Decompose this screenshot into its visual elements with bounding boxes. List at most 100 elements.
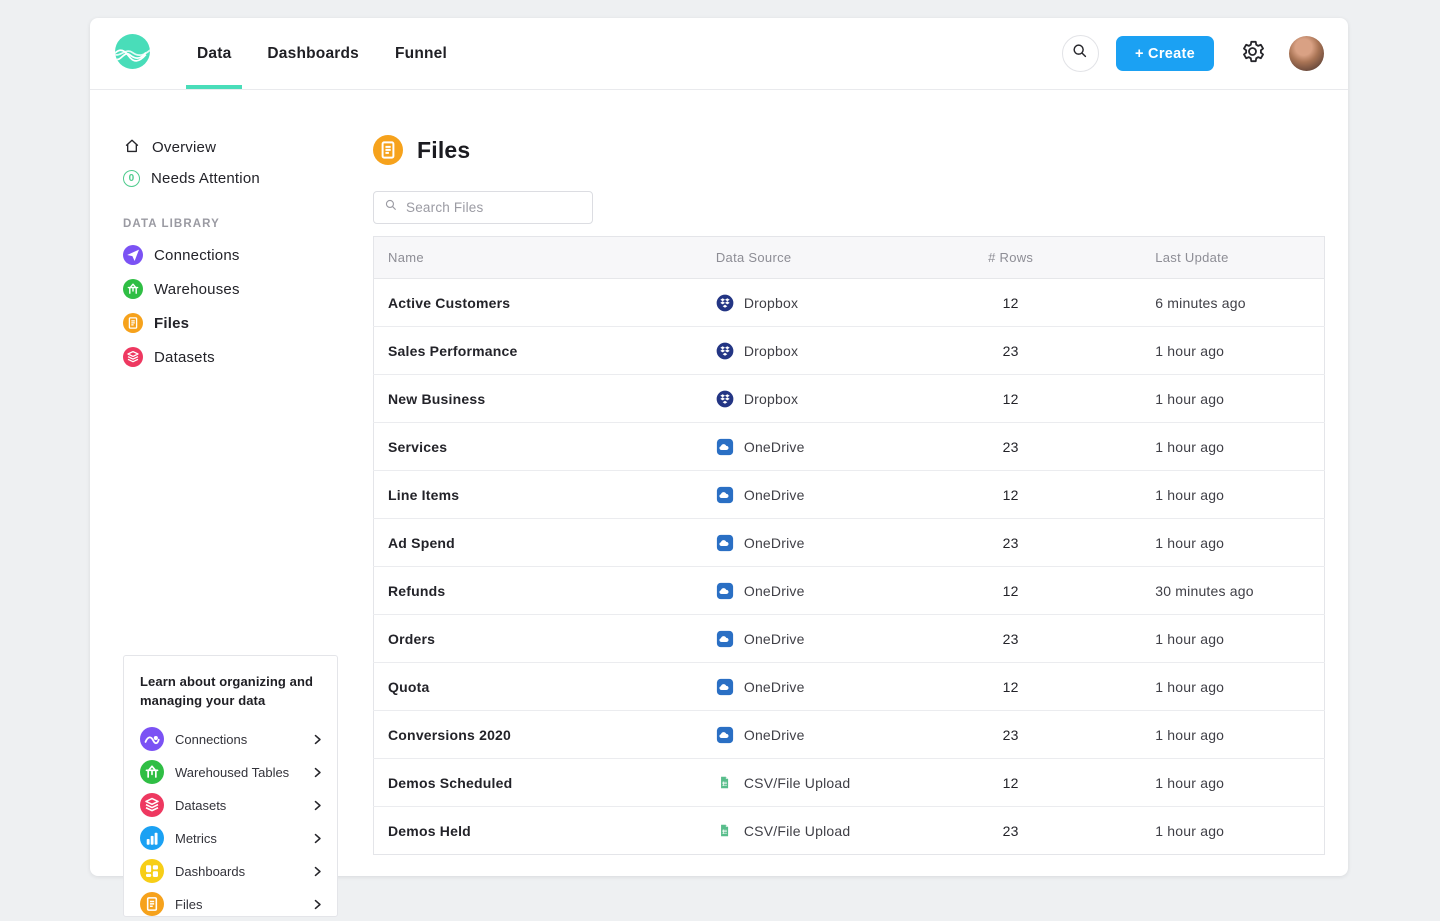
- learn-item-datasets[interactable]: Datasets: [140, 789, 324, 822]
- data-source-label: OneDrive: [744, 535, 805, 551]
- primary-nav-tabs: Data Dashboards Funnel: [179, 18, 465, 89]
- table-row[interactable]: QuotaOneDrive121 hour ago: [374, 663, 1325, 711]
- create-button[interactable]: + Create: [1116, 36, 1214, 71]
- metrics-icon: [140, 826, 164, 850]
- last-update: 6 minutes ago: [1077, 279, 1324, 327]
- global-search-button[interactable]: [1062, 35, 1099, 72]
- data-library-section-label: DATA LIBRARY: [123, 218, 373, 230]
- file-name: Demos Scheduled: [374, 759, 716, 807]
- table-row[interactable]: RefundsOneDrive1230 minutes ago: [374, 567, 1325, 615]
- row-count: 23: [944, 615, 1077, 663]
- row-count: 12: [944, 567, 1077, 615]
- onedrive-icon: [716, 582, 734, 600]
- table-row[interactable]: Demos HeldCSV/File Upload231 hour ago: [374, 807, 1325, 855]
- data-source-cell: OneDrive: [716, 486, 944, 504]
- data-source-cell: CSV/File Upload: [716, 775, 944, 791]
- data-source-cell: OneDrive: [716, 534, 944, 552]
- csv-icon: [716, 823, 734, 838]
- files-icon: [123, 313, 143, 333]
- data-source-label: Dropbox: [744, 295, 798, 311]
- search-icon: [1071, 42, 1089, 65]
- top-navbar: Data Dashboards Funnel + Create: [90, 18, 1348, 90]
- file-name: Conversions 2020: [374, 711, 716, 759]
- file-name: Sales Performance: [374, 327, 716, 375]
- last-update: 1 hour ago: [1077, 327, 1324, 375]
- data-source-label: Dropbox: [744, 391, 798, 407]
- table-row[interactable]: Sales PerformanceDropbox231 hour ago: [374, 327, 1325, 375]
- table-row[interactable]: Line Items OneDrive 121 hour ago: [374, 471, 1325, 519]
- table-row[interactable]: New BusinessDropbox121 hour ago: [374, 375, 1325, 423]
- data-source-cell: Dropbox: [716, 294, 944, 312]
- row-count: 12: [944, 759, 1077, 807]
- row-count: 12: [944, 471, 1077, 519]
- files-icon: [140, 892, 164, 916]
- table-row[interactable]: Active CustomersDropbox126 minutes ago: [374, 279, 1325, 327]
- data-source-label: OneDrive: [744, 487, 805, 503]
- learn-item-files[interactable]: Files: [140, 888, 324, 921]
- last-update: 1 hour ago: [1077, 423, 1324, 471]
- column-header-last-update: Last Update: [1077, 237, 1324, 279]
- last-update: 1 hour ago: [1077, 471, 1324, 519]
- content-area: Overview 0 Needs Attention DATA LIBRARY …: [90, 90, 1348, 876]
- learn-item-dashboards[interactable]: Dashboards: [140, 855, 324, 888]
- dropbox-icon: [716, 294, 734, 312]
- table-row[interactable]: Ad SpendOneDrive231 hour ago: [374, 519, 1325, 567]
- connections-icon: [140, 727, 164, 751]
- chevron-right-icon: [311, 733, 324, 746]
- table-row[interactable]: ServicesOneDrive231 hour ago: [374, 423, 1325, 471]
- file-name: Active Customers: [374, 279, 716, 327]
- data-source-cell: OneDrive: [716, 630, 944, 648]
- tab-data[interactable]: Data: [186, 18, 242, 89]
- learn-item-connections[interactable]: Connections: [140, 723, 324, 756]
- sidebar-item-datasets[interactable]: Datasets: [123, 340, 373, 374]
- sidebar-item-files[interactable]: Files: [123, 306, 373, 340]
- sidebar-item-label: Connections: [154, 247, 240, 264]
- table-row[interactable]: Demos ScheduledCSV/File Upload121 hour a…: [374, 759, 1325, 807]
- brand-logo[interactable]: [114, 18, 151, 89]
- column-header-name: Name: [374, 237, 716, 279]
- data-source-cell: CSV/File Upload: [716, 823, 944, 839]
- settings-button[interactable]: [1239, 38, 1266, 70]
- datasets-icon: [123, 347, 143, 367]
- table-row[interactable]: OrdersOneDrive231 hour ago: [374, 615, 1325, 663]
- learn-card-title: Learn about organizing and managing your…: [140, 673, 324, 711]
- learn-item-label: Warehoused Tables: [175, 765, 289, 780]
- row-count: 23: [944, 711, 1077, 759]
- onedrive-icon: [716, 534, 734, 552]
- data-source-label: OneDrive: [744, 439, 805, 455]
- tab-dashboards[interactable]: Dashboards: [256, 18, 370, 89]
- files-search-input[interactable]: [406, 200, 582, 215]
- csv-icon: [716, 775, 734, 790]
- row-count: 12: [944, 663, 1077, 711]
- needs-attention-zero-icon: 0: [123, 170, 140, 187]
- data-source-cell: Dropbox: [716, 390, 944, 408]
- sidebar-item-label: Warehouses: [154, 281, 240, 298]
- onedrive-icon: [716, 678, 734, 696]
- file-name: Demos Held: [374, 807, 716, 855]
- sidebar-item-label: Datasets: [154, 349, 215, 366]
- sidebar: Overview 0 Needs Attention DATA LIBRARY …: [90, 90, 373, 876]
- table-header-row: Name Data Source # Rows Last Update: [374, 237, 1325, 279]
- sidebar-item-warehouses[interactable]: Warehouses: [123, 272, 373, 306]
- onedrive-icon: [716, 438, 734, 456]
- last-update: 1 hour ago: [1077, 807, 1324, 855]
- row-count: 23: [944, 519, 1077, 567]
- dropbox-icon: [716, 390, 734, 408]
- tab-funnel[interactable]: Funnel: [384, 18, 458, 89]
- user-avatar[interactable]: [1289, 36, 1324, 71]
- learn-item-warehoused-tables[interactable]: Warehoused Tables: [140, 756, 324, 789]
- learn-item-label: Metrics: [175, 831, 217, 846]
- data-source-label: OneDrive: [744, 583, 805, 599]
- file-name: Refunds: [374, 567, 716, 615]
- sidebar-item-connections[interactable]: Connections: [123, 238, 373, 272]
- learn-item-label: Files: [175, 897, 202, 912]
- file-name: Orders: [374, 615, 716, 663]
- sidebar-item-needs-attention[interactable]: 0 Needs Attention: [123, 163, 373, 194]
- learn-item-metrics[interactable]: Metrics: [140, 822, 324, 855]
- data-source-cell: OneDrive: [716, 438, 944, 456]
- file-name: Line Items: [374, 471, 716, 519]
- sidebar-item-overview[interactable]: Overview: [123, 132, 373, 163]
- table-row[interactable]: Conversions 2020OneDrive231 hour ago: [374, 711, 1325, 759]
- search-icon: [384, 198, 398, 217]
- data-source-cell: OneDrive: [716, 582, 944, 600]
